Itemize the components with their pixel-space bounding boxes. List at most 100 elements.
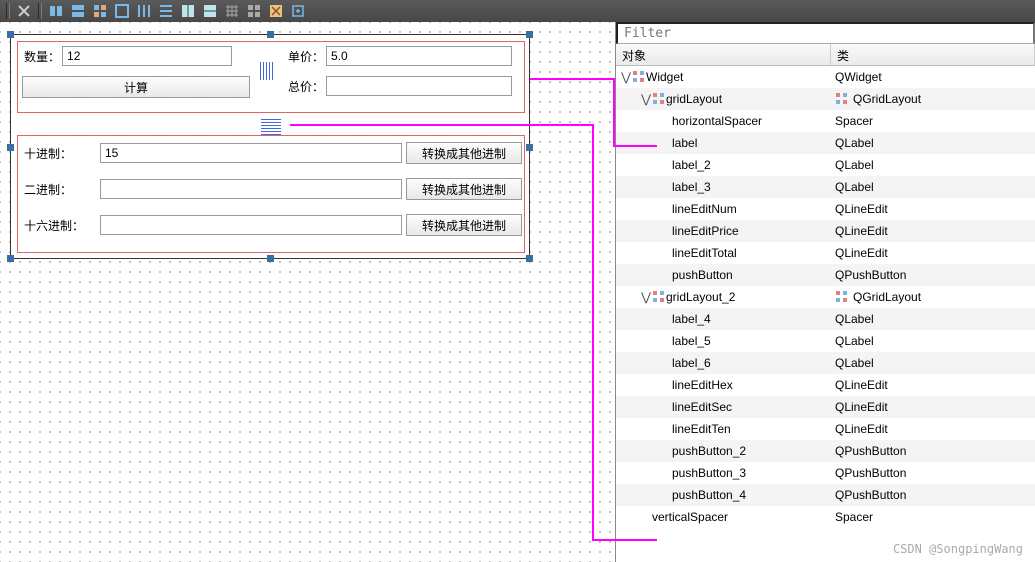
tree-row[interactable]: verticalSpacer Spacer [616, 506, 1035, 528]
filter-input[interactable] [616, 22, 1035, 44]
tree-item-class: QGridLayout [853, 290, 921, 304]
resize-handle[interactable] [7, 255, 14, 262]
layout-icon-4[interactable] [112, 2, 132, 20]
hex-input[interactable] [100, 215, 402, 235]
resize-handle[interactable] [7, 144, 14, 151]
tree-row[interactable]: ⋁WidgetQWidget [616, 66, 1035, 88]
tree-row[interactable]: lineEditHexQLineEdit [616, 374, 1035, 396]
tree-item-class: Spacer [835, 114, 873, 128]
resize-handle[interactable] [267, 255, 274, 262]
tree-header-class[interactable]: 类 [831, 44, 1035, 65]
dec-label: 十进制： [22, 144, 100, 163]
tree-row[interactable]: label_2QLabel [616, 154, 1035, 176]
tree-item-name: verticalSpacer [652, 510, 728, 524]
tree-item-class: QLineEdit [835, 202, 888, 216]
grid-layout-2[interactable]: 十进制： 转换成其他进制 二进制： 转换成其他进制 十六进制： 转换成其他进制 [17, 135, 525, 253]
tree-item-name: lineEditSec [672, 400, 732, 414]
tree-item-name: label [672, 136, 697, 150]
tree-item-name: pushButton [672, 268, 733, 282]
tree-item-class: QPushButton [835, 488, 906, 502]
expand-icon[interactable]: ⋁ [640, 290, 652, 304]
tree-item-name: Widget [646, 70, 683, 84]
tree-row[interactable]: label_4 QLabel [616, 308, 1035, 330]
tree-row[interactable]: label_5 QLabel [616, 330, 1035, 352]
convert-button-2[interactable]: 转换成其他进制 [406, 178, 522, 200]
split-h-icon[interactable] [178, 2, 198, 20]
tree-header: 对象 类 [616, 44, 1035, 66]
tree-item-name: label_3 [672, 180, 711, 194]
tree-item-class: Spacer [835, 510, 873, 524]
tree-item-class: QLineEdit [835, 400, 888, 414]
tree-item-class: QLabel [835, 334, 874, 348]
grid-small-icon[interactable] [222, 2, 242, 20]
tree-item-class: QLabel [835, 180, 874, 194]
grid-layout-1[interactable]: 数量： 计算 单价： 总价： [17, 41, 525, 113]
break-layout-icon[interactable] [266, 2, 286, 20]
qty-input[interactable] [62, 46, 232, 66]
tree-item-name: lineEditTotal [672, 246, 737, 260]
widget-frame[interactable]: 数量： 计算 单价： 总价： 十进制： [10, 34, 530, 259]
tree-row[interactable]: labelQLabel [616, 132, 1035, 154]
tree-item-class: QLineEdit [835, 246, 888, 260]
v-layout-icon[interactable] [156, 2, 176, 20]
tree-item-name: label_4 [672, 312, 711, 326]
tree-row[interactable]: lineEditTotal QLineEdit [616, 242, 1035, 264]
tree-row[interactable]: ⋁gridLayoutQGridLayout [616, 88, 1035, 110]
tree-row[interactable]: lineEditSec QLineEdit [616, 396, 1035, 418]
tree-item-name: lineEditPrice [672, 224, 739, 238]
convert-button-1[interactable]: 转换成其他进制 [406, 142, 522, 164]
tree-item-name: pushButton_2 [672, 444, 746, 458]
resize-handle[interactable] [7, 31, 14, 38]
design-canvas[interactable]: 数量： 计算 单价： 总价： 十进制： [0, 22, 615, 562]
resize-handle[interactable] [267, 31, 274, 38]
convert-button-3[interactable]: 转换成其他进制 [406, 214, 522, 236]
tree-row[interactable]: lineEditNum QLineEdit [616, 198, 1035, 220]
resize-handle[interactable] [526, 144, 533, 151]
tree-item-class: QPushButton [835, 444, 906, 458]
grid-large-icon[interactable] [244, 2, 264, 20]
tree-item-class: QGridLayout [853, 92, 921, 106]
split-v-icon[interactable] [200, 2, 220, 20]
tree-row[interactable]: label_3 QLabel [616, 176, 1035, 198]
tree-row[interactable]: lineEditTen QLineEdit [616, 418, 1035, 440]
price-input[interactable] [326, 46, 512, 66]
tree-row[interactable]: pushButton_4QPushButton [616, 484, 1035, 506]
tree-row[interactable]: lineEditPriceQLineEdit [616, 220, 1035, 242]
tree-item-class: QLabel [835, 312, 874, 326]
tree-item-name: lineEditTen [672, 422, 731, 436]
tree-row[interactable]: pushButtonQPushButton [616, 264, 1035, 286]
tree-item-class: QLineEdit [835, 422, 888, 436]
tree-row[interactable]: pushButton_3QPushButton [616, 462, 1035, 484]
toolbar-separator [38, 3, 42, 19]
calc-button[interactable]: 计算 [22, 76, 250, 98]
layout-icon-2[interactable] [68, 2, 88, 20]
close-icon[interactable] [14, 2, 34, 20]
expand-icon[interactable]: ⋁ [640, 92, 652, 106]
tree-item-class: QLabel [835, 356, 874, 370]
tree-row[interactable]: horizontalSpacer Spacer [616, 110, 1035, 132]
dec-input[interactable] [100, 143, 402, 163]
object-tree[interactable]: ⋁WidgetQWidget⋁gridLayoutQGridLayouthori… [616, 66, 1035, 562]
expand-icon[interactable]: ⋁ [620, 70, 632, 84]
total-input[interactable] [326, 76, 512, 96]
tree-item-name: lineEditNum [672, 202, 737, 216]
tree-header-object[interactable]: 对象 [616, 44, 831, 65]
h-layout-icon[interactable] [134, 2, 154, 20]
tree-item-name: label_6 [672, 356, 711, 370]
toolbar-separator [6, 3, 10, 19]
layout-icon-3[interactable] [90, 2, 110, 20]
tree-item-name: label_2 [672, 158, 711, 172]
tree-row[interactable]: label_6 QLabel [616, 352, 1035, 374]
resize-handle[interactable] [526, 255, 533, 262]
tree-row[interactable]: ⋁gridLayout_2QGridLayout [616, 286, 1035, 308]
layout-icon-1[interactable] [46, 2, 66, 20]
tree-row[interactable]: pushButton_2 QPushButton [616, 440, 1035, 462]
resize-handle[interactable] [526, 31, 533, 38]
price-label: 单价： [286, 47, 326, 66]
tree-item-name: horizontalSpacer [672, 114, 762, 128]
bin-input[interactable] [100, 179, 402, 199]
tree-item-name: label_5 [672, 334, 711, 348]
tree-item-class: QPushButton [835, 466, 906, 480]
total-label: 总价： [286, 77, 326, 96]
adjust-size-icon[interactable] [288, 2, 308, 20]
